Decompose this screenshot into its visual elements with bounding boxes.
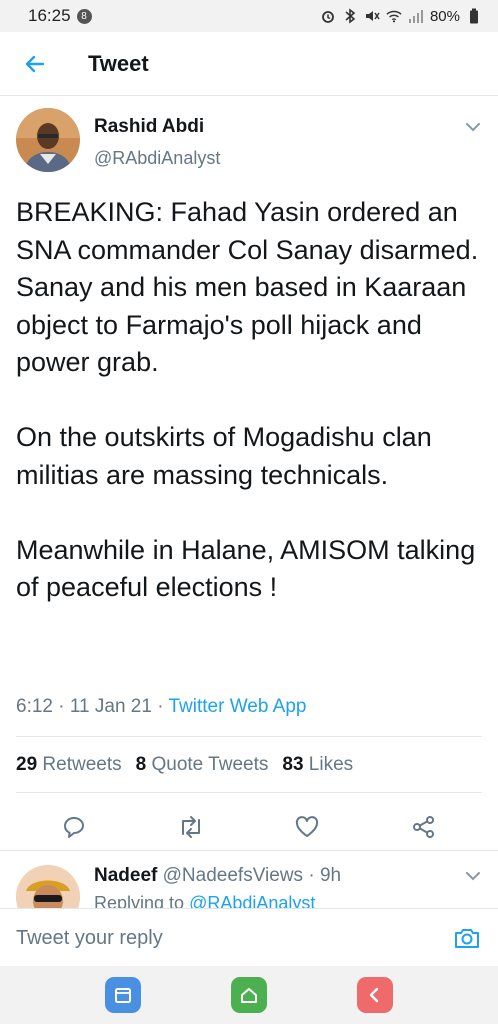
- heart-icon: [296, 816, 319, 837]
- retweets-label: Retweets: [42, 754, 122, 775]
- reply-author-name: Nadeef: [94, 865, 158, 886]
- battery-icon: [466, 8, 482, 24]
- camera-button[interactable]: [452, 923, 482, 953]
- reply-input[interactable]: Tweet your reply: [16, 927, 163, 950]
- tweet-time: 6:12: [16, 696, 53, 717]
- home-button[interactable]: [231, 977, 267, 1013]
- signal-icon: [408, 8, 424, 24]
- divider: [16, 792, 482, 793]
- meta-separator: ·: [308, 865, 315, 886]
- home-icon: [241, 988, 257, 1003]
- reply-compose-bar[interactable]: Tweet your reply: [0, 908, 498, 966]
- likes-count: 83: [282, 754, 304, 775]
- reply-author-handle: @NadeefsViews: [162, 865, 304, 886]
- quotes-count: 8: [135, 754, 147, 775]
- replying-to-line: Replying to @RAbdiAnalyst: [94, 893, 315, 908]
- reply-button[interactable]: [53, 806, 95, 848]
- reply-tweet[interactable]: Nadeef @NadeefsViews · 9h Replying to @R…: [0, 850, 498, 908]
- back-arrow-icon: [25, 55, 45, 72]
- battery-percent: 80%: [429, 7, 460, 25]
- like-button[interactable]: [286, 806, 328, 848]
- reply-age: 9h: [319, 865, 342, 886]
- alarm-icon: [320, 8, 336, 24]
- share-button[interactable]: [403, 806, 445, 848]
- quote-tweets-stat[interactable]: 8 Quote Tweets: [136, 754, 269, 776]
- notification-count-badge: 8: [76, 8, 92, 24]
- replying-prefix: Replying to: [94, 893, 185, 908]
- tweet-menu-button[interactable]: [462, 116, 484, 138]
- status-icons: 80%: [320, 8, 482, 25]
- chevron-down-icon: [466, 872, 480, 881]
- meta-separator: ·: [58, 696, 70, 717]
- bluetooth-icon: [342, 8, 358, 24]
- reply-avatar[interactable]: [16, 865, 80, 908]
- author-handle[interactable]: @RAbdiAnalyst: [94, 148, 220, 169]
- wifi-icon: [386, 8, 402, 24]
- status-time: 16:25: [28, 6, 71, 25]
- author-name[interactable]: Rashid Abdi: [94, 116, 204, 138]
- reply-author[interactable]: Nadeef @NadeefsViews · 9h: [94, 865, 341, 887]
- mute-icon: [364, 8, 380, 24]
- recents-button[interactable]: [105, 977, 141, 1013]
- share-icon: [412, 816, 434, 838]
- retweets-count: 29: [16, 754, 38, 775]
- back-chevron-icon: [369, 987, 379, 1003]
- status-bar: 16:25 8 80%: [0, 0, 498, 32]
- camera-icon: [455, 929, 479, 948]
- tweet-text: BREAKING: Fahad Yasin ordered an SNA com…: [16, 197, 479, 602]
- system-nav-bar: [0, 966, 498, 1024]
- retweets-stat[interactable]: 29 Retweets: [16, 754, 122, 776]
- back-nav-button[interactable]: [357, 977, 393, 1013]
- tweet-meta: 6:12 · 11 Jan 21 · Twitter Web App: [16, 696, 306, 718]
- likes-stat[interactable]: 83 Likes: [282, 754, 353, 776]
- tweet-source-link[interactable]: Twitter Web App: [168, 696, 306, 717]
- tweet-stats: 29 Retweets 8 Quote Tweets 83 Likes: [16, 754, 353, 776]
- divider: [16, 736, 482, 737]
- chevron-down-icon: [466, 123, 480, 132]
- reply-menu-button[interactable]: [462, 865, 484, 887]
- tweet-date: 11 Jan 21: [69, 696, 152, 717]
- top-app-bar: Tweet: [0, 32, 498, 96]
- author-avatar[interactable]: [16, 108, 80, 172]
- quotes-label: Quote Tweets: [151, 754, 269, 775]
- tweet-author: Rashid Abdi @RAbdiAnalyst: [0, 96, 498, 186]
- meta-separator: ·: [157, 696, 169, 717]
- tweet-actions: [16, 806, 482, 848]
- retweet-icon: [181, 816, 200, 838]
- main-tweet: Rashid Abdi @RAbdiAnalyst BREAKING: Faha…: [0, 96, 498, 838]
- page-title: Tweet: [88, 50, 149, 76]
- retweet-button[interactable]: [170, 806, 212, 848]
- reply-icon: [64, 817, 85, 838]
- recents-icon: [115, 988, 131, 1003]
- likes-label: Likes: [308, 754, 354, 775]
- replying-to-link[interactable]: @RAbdiAnalyst: [189, 893, 315, 908]
- back-button[interactable]: [0, 32, 70, 96]
